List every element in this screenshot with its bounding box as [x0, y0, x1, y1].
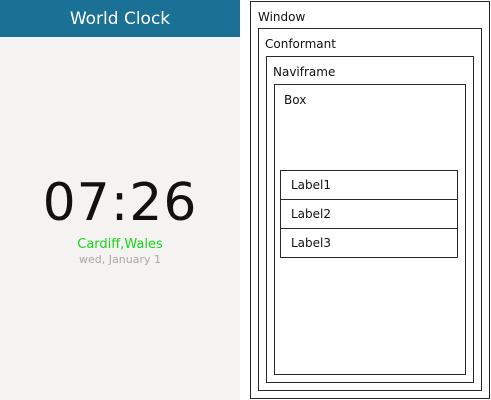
clock-city: Cardiff,Wales [77, 237, 163, 252]
clock-date: wed, January 1 [79, 253, 161, 266]
label1-box: Label1 [280, 170, 458, 200]
label2-box: Label2 [280, 199, 458, 229]
naviframe-label: Naviframe [273, 65, 336, 79]
app-title: World Clock [69, 8, 171, 29]
box-label: Box [284, 93, 307, 107]
label3-text: Label3 [291, 236, 332, 250]
clock-time: 07:26 [42, 173, 198, 233]
window-label: Window [258, 10, 306, 24]
label2-text: Label2 [291, 207, 332, 221]
phone-screen: World Clock 07:26 Cardiff,Wales wed, Jan… [0, 0, 240, 400]
label1-text: Label1 [291, 178, 332, 192]
app-title-bar: World Clock [0, 0, 240, 37]
conformant-label: Conformant [265, 37, 336, 51]
label3-box: Label3 [280, 228, 458, 258]
